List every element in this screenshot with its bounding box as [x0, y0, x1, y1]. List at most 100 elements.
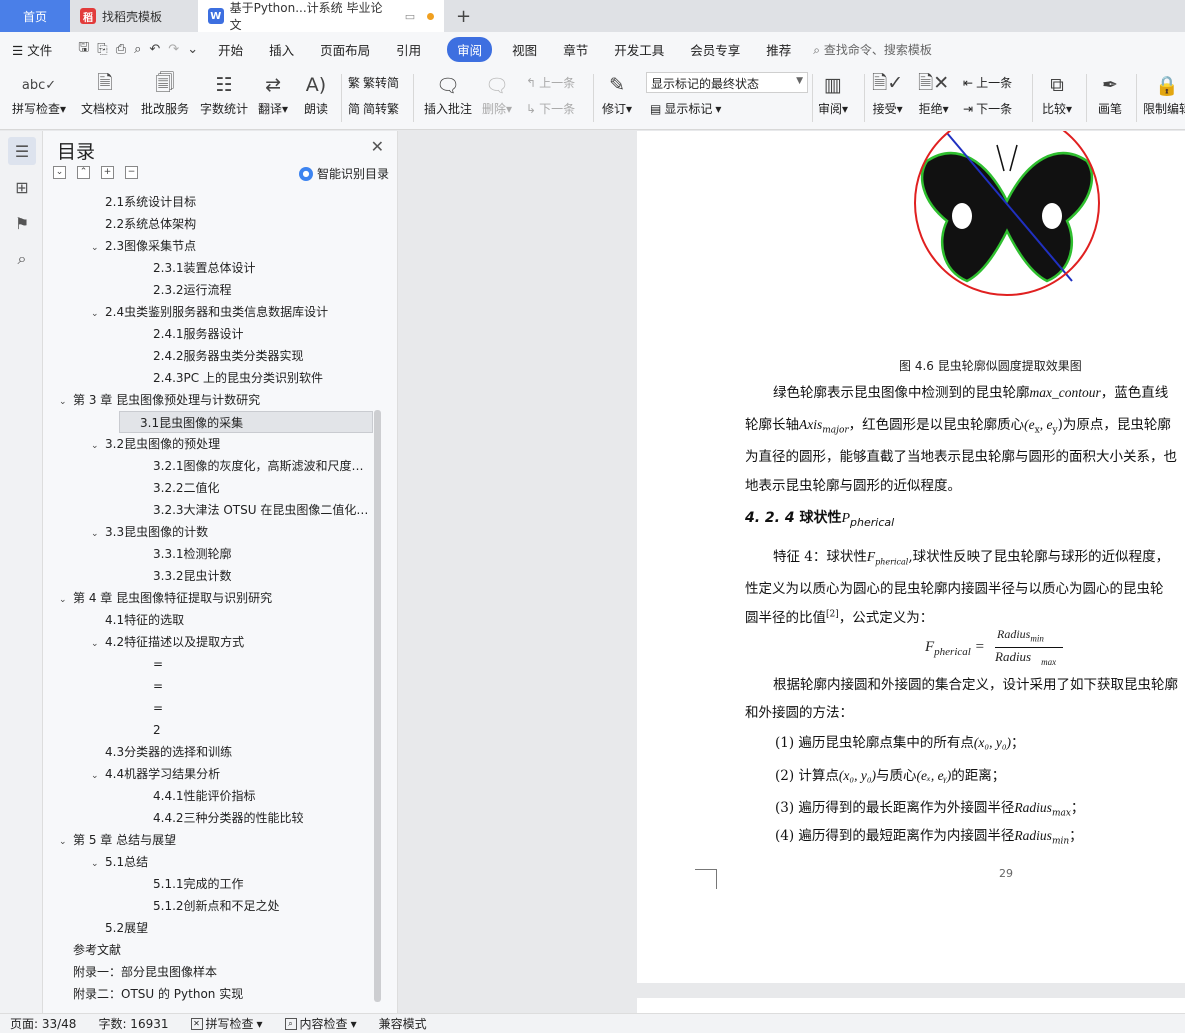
spell-check-status[interactable]: ✕ 拼写检查 ▾	[190, 1015, 263, 1032]
toc-item[interactable]: 2.4.3PC 上的昆虫分类识别软件	[139, 367, 373, 389]
navigation-pane-icon[interactable]: ⊞	[8, 173, 36, 201]
toc-item[interactable]: ⌄ 2.3图像采集节点	[91, 235, 373, 257]
toc-item[interactable]: 3.3.1检测轮廓	[139, 543, 373, 565]
prev-change-button[interactable]: ⇤ 上一条	[963, 74, 1012, 91]
save-icon[interactable]: 🖫	[78, 38, 89, 60]
toc-item[interactable]: =	[139, 697, 373, 719]
chevron-down-icon[interactable]: ⌄	[91, 853, 105, 873]
chevron-down-icon[interactable]: ⌄	[91, 303, 105, 323]
toc-item[interactable]: 2	[139, 719, 373, 741]
doc-proofread-button[interactable]: 🗎 文档校对	[81, 70, 129, 117]
expand-all-icon[interactable]: ⌃	[77, 166, 90, 179]
tab-templates[interactable]: 稻 找稻壳模板	[70, 0, 198, 32]
toc-item[interactable]: =	[139, 675, 373, 697]
chevron-down-icon[interactable]: ⌄	[91, 633, 105, 653]
monitor-icon[interactable]: ▭	[405, 10, 415, 23]
toc-item[interactable]: ⌄ 4.4机器学习结果分析	[91, 763, 373, 785]
collapse-all-icon[interactable]: ⌄	[53, 166, 66, 179]
toc-item[interactable]: 3.2.2二值化	[139, 477, 373, 499]
batch-service-button[interactable]: 🗐 批改服务	[141, 70, 189, 117]
search-icon[interactable]: ⌕	[8, 245, 36, 273]
quick-access-more-icon[interactable]: ⌄	[187, 42, 198, 57]
reject-button[interactable]: 🗎✕ 拒绝▾	[918, 70, 949, 117]
toc-item[interactable]: 3.3.2昆虫计数	[139, 565, 373, 587]
chevron-down-icon[interactable]: ⌄	[59, 391, 73, 411]
chevron-down-icon[interactable]: ⌄	[91, 523, 105, 543]
next-change-button[interactable]: ⇥ 下一条	[963, 100, 1012, 117]
word-count-indicator[interactable]: 字数: 16931	[98, 1015, 168, 1032]
next-comment-button[interactable]: ↳ 下一条	[526, 100, 575, 117]
content-check-status[interactable]: ⌕ 内容检查 ▾	[284, 1015, 357, 1032]
prev-comment-button[interactable]: ↰ 上一条	[526, 74, 575, 91]
toc-item[interactable]: ⌄ 2.4虫类鉴别服务器和虫类信息数据库设计	[91, 301, 373, 323]
new-tab-button[interactable]: +	[444, 0, 483, 32]
command-search[interactable]: ⌕ 查找命令、搜索模板	[813, 41, 932, 58]
show-markup-button[interactable]: ▤ 显示标记 ▾	[650, 100, 721, 117]
toc-item[interactable]: 4.1特征的选取	[91, 609, 373, 631]
toc-item[interactable]: 3.1昆虫图像的采集	[119, 411, 373, 433]
undo-icon[interactable]: ↶	[149, 42, 160, 57]
toc-item[interactable]: 3.2.1图像的灰度化，高斯滤波和尺度…	[139, 455, 373, 477]
insert-comment-button[interactable]: 🗨 插入批注	[424, 70, 472, 117]
toc-item[interactable]: ⌄ 3.3昆虫图像的计数	[91, 521, 373, 543]
toc-item[interactable]: ⌄ 3.2昆虫图像的预处理	[91, 433, 373, 455]
restrict-editing-button[interactable]: 🔒 限制编辑	[1143, 70, 1185, 117]
toc-scrollbar[interactable]	[374, 410, 381, 1002]
toc-item[interactable]: 2.3.2运行流程	[139, 279, 373, 301]
toc-item[interactable]: 2.1系统设计目标	[91, 191, 373, 213]
spell-check-button[interactable]: abc✓ 拼写检查▾	[12, 70, 66, 117]
toc-item[interactable]: 4.4.2三种分类器的性能比较	[139, 807, 373, 829]
menu-dev-tools[interactable]: 开发工具	[614, 40, 664, 59]
pen-button[interactable]: ✒ 画笔	[1098, 70, 1122, 117]
toc-item[interactable]: 5.2展望	[91, 917, 373, 939]
delete-comment-button[interactable]: 🗨 删除▾	[482, 70, 512, 117]
toc-item[interactable]: 附录二：OTSU 的 Python 实现	[59, 983, 373, 1005]
toc-item[interactable]: 2.3.1装置总体设计	[139, 257, 373, 279]
review-pane-button[interactable]: ▥ 审阅▾	[818, 70, 848, 117]
toc-item[interactable]: 4.3分类器的选择和训练	[91, 741, 373, 763]
toc-item[interactable]: ⌄ 第 5 章 总结与展望	[59, 829, 373, 851]
menu-references[interactable]: 引用	[396, 40, 421, 59]
bookmark-icon[interactable]: ⚑	[8, 209, 36, 237]
chevron-down-icon[interactable]: ⌄	[59, 831, 73, 851]
toc-item[interactable]: 4.4.1性能评价指标	[139, 785, 373, 807]
accept-button[interactable]: 🗎✓ 接受▾	[872, 70, 903, 117]
toc-item[interactable]: =	[139, 653, 373, 675]
toc-item[interactable]: 参考文献	[59, 939, 373, 961]
track-changes-button[interactable]: ✎ 修订▾	[602, 70, 632, 117]
print-preview-icon[interactable]: ⌕	[134, 42, 141, 57]
menu-insert[interactable]: 插入	[269, 40, 294, 59]
toc-item[interactable]: ⌄ 第 3 章 昆虫图像预处理与计数研究	[59, 389, 373, 411]
tab-home[interactable]: 首页	[0, 0, 70, 32]
close-icon[interactable]: ✕	[371, 137, 384, 156]
page-indicator[interactable]: 页面: 33/48	[10, 1015, 76, 1032]
menu-view[interactable]: 视图	[512, 40, 537, 59]
add-heading-icon[interactable]: +	[101, 166, 114, 179]
toc-item[interactable]: ⌄ 5.1总结	[91, 851, 373, 873]
menu-section[interactable]: 章节	[563, 40, 588, 59]
word-count-button[interactable]: ☷ 字数统计	[200, 70, 248, 117]
smart-toc-button[interactable]: ● 智能识别目录	[299, 165, 389, 182]
toc-item[interactable]: 2.4.2服务器虫类分类器实现	[139, 345, 373, 367]
menu-member[interactable]: 会员专享	[690, 40, 740, 59]
toc-item[interactable]: 2.4.1服务器设计	[139, 323, 373, 345]
menu-page-layout[interactable]: 页面布局	[320, 40, 370, 59]
print-icon[interactable]: ⎙	[116, 42, 126, 57]
toc-item[interactable]: ⌄ 第 4 章 昆虫图像特征提取与识别研究	[59, 587, 373, 609]
export-pdf-icon[interactable]: ⎘	[97, 42, 107, 57]
toc-item[interactable]: 5.1.1完成的工作	[139, 873, 373, 895]
chevron-down-icon[interactable]: ⌄	[91, 435, 105, 455]
read-aloud-button[interactable]: A) 朗读	[304, 70, 328, 117]
toc-item[interactable]: 附录一：部分昆虫图像样本	[59, 961, 373, 983]
remove-heading-icon[interactable]: −	[125, 166, 138, 179]
toc-panel-icon[interactable]: ☰	[8, 137, 36, 165]
compare-button[interactable]: ⧉ 比较▾	[1042, 70, 1072, 117]
toc-item[interactable]: 3.2.3大津法 OTSU 在昆虫图像二值化…	[139, 499, 373, 521]
redo-icon[interactable]: ↷	[168, 42, 179, 57]
file-menu[interactable]: ☰ 文件	[12, 40, 52, 59]
toc-item[interactable]: 2.2系统总体架构	[91, 213, 373, 235]
menu-recommend[interactable]: 推荐	[766, 40, 791, 59]
menu-start[interactable]: 开始	[218, 40, 243, 59]
toc-item[interactable]: 5.1.2创新点和不足之处	[139, 895, 373, 917]
tab-document[interactable]: W 基于Python...计系统 毕业论文 ▭	[198, 0, 444, 32]
